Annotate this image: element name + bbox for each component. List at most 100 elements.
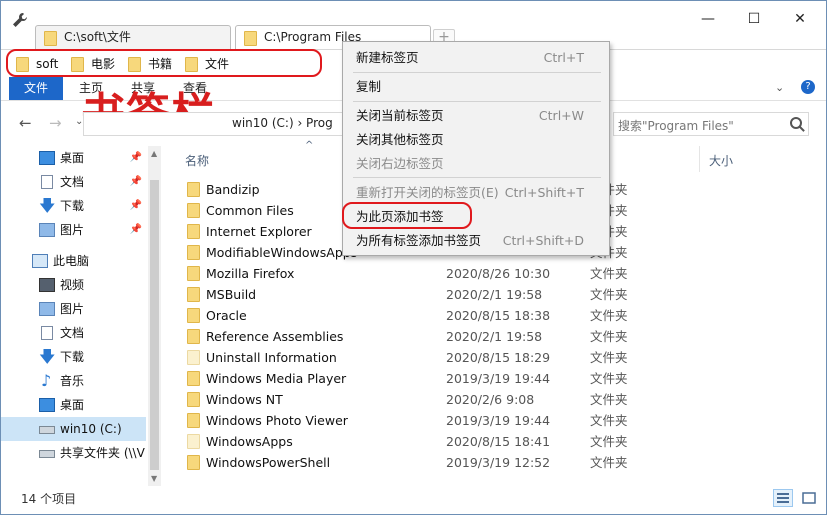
- scroll-up-icon[interactable]: ▲: [151, 149, 157, 158]
- explorer-window: C:\soft\文件 C:\Program Files + — ☐ ✕ soft…: [0, 0, 827, 515]
- large-icons-view-icon[interactable]: [799, 489, 819, 507]
- network-drive-icon: [39, 450, 55, 458]
- file-row[interactable]: Windows Photo Viewer 2019/3/19 19:44 文件夹: [183, 410, 803, 431]
- column-header-name[interactable]: 名称: [185, 152, 209, 169]
- sidebar-item-win10-drive[interactable]: win10 (C:): [1, 417, 146, 441]
- file-type: 文件夹: [590, 371, 628, 386]
- sidebar-item-downloads-quick[interactable]: 🡇 下载 📌: [1, 194, 146, 218]
- file-row[interactable]: WindowsApps 2020/8/15 18:41 文件夹: [183, 431, 803, 452]
- sidebar-item-label: 文档: [60, 175, 85, 189]
- file-date: 2020/2/1 19:58: [446, 287, 543, 302]
- sidebar-item-documents[interactable]: 文档: [1, 321, 146, 345]
- ribbon-file-tab[interactable]: 文件: [9, 77, 63, 100]
- file-list-scrollbar[interactable]: [809, 146, 826, 486]
- pin-icon[interactable]: 📌: [130, 194, 142, 218]
- file-name: Windows Media Player: [206, 371, 347, 386]
- file-row[interactable]: Windows Media Player 2019/3/19 19:44 文件夹: [183, 368, 803, 389]
- sidebar-item-label: 下载: [60, 199, 85, 213]
- folder-icon: [187, 245, 200, 260]
- download-icon: 🡇: [39, 196, 56, 215]
- tab-soft-files[interactable]: C:\soft\文件: [35, 25, 231, 49]
- file-date: 2020/8/15 18:38: [446, 308, 551, 323]
- menu-item-close-tab[interactable]: 关闭当前标签页 Ctrl+W: [343, 104, 609, 127]
- menu-separator: [353, 177, 601, 178]
- folder-icon: [187, 224, 200, 239]
- sidebar-item-label: 下载: [60, 350, 85, 364]
- file-row[interactable]: Uninstall Information 2020/8/15 18:29 文件夹: [183, 347, 803, 368]
- sidebar-item-shared-folder[interactable]: 共享文件夹 (\\V: [1, 441, 148, 465]
- file-row[interactable]: Reference Assemblies 2020/2/1 19:58 文件夹: [183, 326, 803, 347]
- menu-item-reopen-closed-tab[interactable]: 重新打开关闭的标签页(E) Ctrl+Shift+T: [343, 181, 609, 204]
- menu-item-close-other-tabs[interactable]: 关闭其他标签页: [343, 128, 609, 151]
- desktop-icon: [39, 151, 55, 165]
- file-type: 文件夹: [590, 350, 628, 365]
- sidebar-item-label: 文档: [60, 326, 85, 340]
- file-name: Bandizip: [206, 182, 260, 197]
- menu-item-label: 重新打开关闭的标签页(E): [356, 185, 499, 200]
- menu-item-shortcut: Ctrl+T: [543, 50, 584, 65]
- folder-icon: [187, 308, 200, 323]
- picture-icon: [39, 302, 55, 316]
- menu-separator: [353, 72, 601, 73]
- folder-icon: [187, 287, 200, 302]
- sidebar-item-downloads[interactable]: 🡇 下载: [1, 345, 146, 369]
- minimize-button[interactable]: —: [693, 7, 723, 31]
- file-name: Mozilla Firefox: [206, 266, 295, 281]
- sidebar-scrollbar[interactable]: ▲ ▼: [148, 146, 161, 486]
- sidebar-item-label: 视频: [60, 278, 85, 292]
- back-arrow-icon[interactable]: ←: [19, 114, 32, 132]
- wrench-icon[interactable]: [11, 11, 29, 29]
- folder-icon: [187, 371, 200, 386]
- video-icon: [39, 278, 55, 292]
- close-button[interactable]: ✕: [785, 7, 815, 31]
- pin-icon[interactable]: 📌: [130, 170, 142, 194]
- file-name: WindowsPowerShell: [206, 455, 331, 470]
- file-row[interactable]: Oracle 2020/8/15 18:38 文件夹: [183, 305, 803, 326]
- sidebar-item-music[interactable]: ♪ 音乐: [1, 369, 146, 393]
- file-row[interactable]: MSBuild 2020/2/1 19:58 文件夹: [183, 284, 803, 305]
- sidebar-item-label: 桌面: [60, 151, 85, 165]
- sidebar-item-documents-quick[interactable]: 文档 📌: [1, 170, 146, 194]
- bookmark-menu-highlight: [342, 202, 472, 229]
- folder-icon: [187, 350, 200, 365]
- search-input[interactable]: 搜索"Program Files": [613, 112, 809, 136]
- maximize-button[interactable]: ☐: [739, 7, 769, 31]
- details-view-icon[interactable]: [773, 489, 793, 507]
- sidebar-item-pictures-quick[interactable]: 图片 📌: [1, 218, 146, 242]
- column-header-size[interactable]: 大小: [709, 152, 733, 169]
- menu-item-new-tab[interactable]: 新建标签页 Ctrl+T: [343, 46, 609, 69]
- document-icon: [41, 326, 53, 340]
- music-icon: ♪: [41, 371, 52, 390]
- sidebar-item-label: 桌面: [60, 398, 85, 412]
- menu-item-close-right-tabs[interactable]: 关闭右边标签页: [343, 152, 609, 175]
- sidebar-item-desktop[interactable]: 桌面: [1, 393, 146, 417]
- sidebar-item-pictures[interactable]: 图片: [1, 297, 146, 321]
- pin-icon[interactable]: 📌: [130, 218, 142, 242]
- scroll-down-icon[interactable]: ▼: [151, 474, 157, 483]
- folder-icon: [187, 182, 200, 197]
- sidebar-item-this-pc[interactable]: 此电脑: [1, 249, 146, 273]
- file-date: 2020/8/15 18:29: [446, 350, 551, 365]
- file-row[interactable]: Windows NT 2020/2/6 9:08 文件夹: [183, 389, 803, 410]
- folder-icon: [187, 413, 200, 428]
- folder-icon: [187, 266, 200, 281]
- menu-item-label: 关闭其他标签页: [356, 132, 444, 147]
- file-row[interactable]: Mozilla Firefox 2020/8/26 10:30 文件夹: [183, 263, 803, 284]
- forward-arrow-icon[interactable]: →: [49, 114, 62, 132]
- file-name: Oracle: [206, 308, 247, 323]
- sidebar-item-desktop-quick[interactable]: 桌面 📌: [1, 146, 146, 170]
- folder-icon: [187, 455, 200, 470]
- folder-icon: [187, 434, 200, 449]
- help-icon[interactable]: ?: [801, 80, 815, 94]
- ribbon-collapse-icon[interactable]: ⌄: [775, 81, 784, 94]
- file-date: 2020/8/15 18:41: [446, 434, 551, 449]
- menu-item-bookmark-all-tabs[interactable]: 为所有标签添加书签页 Ctrl+Shift+D: [343, 229, 609, 252]
- file-type: 文件夹: [590, 455, 628, 470]
- menu-item-label: 新建标签页: [356, 50, 419, 65]
- menu-item-copy[interactable]: 复制: [343, 75, 609, 98]
- file-name: Common Files: [206, 203, 294, 218]
- sidebar-item-videos[interactable]: 视频: [1, 273, 146, 297]
- file-row[interactable]: WindowsPowerShell 2019/3/19 12:52 文件夹: [183, 452, 803, 473]
- pin-icon[interactable]: 📌: [130, 146, 142, 170]
- sidebar-scroll-thumb[interactable]: [150, 180, 159, 470]
